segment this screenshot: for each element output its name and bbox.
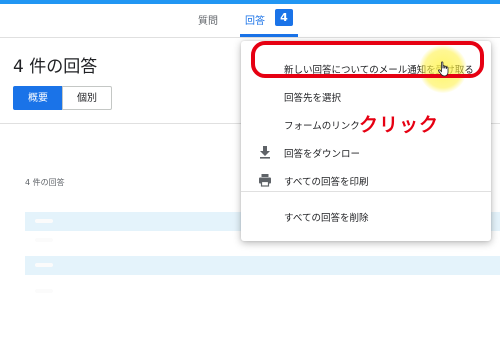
response-row <box>25 282 500 301</box>
redacted-text <box>35 238 53 242</box>
active-tab-indicator <box>240 34 298 37</box>
form-tabs: 質問 回答 4 <box>0 4 500 38</box>
responses-count-badge: 4 <box>275 9 293 26</box>
responses-caption: 4 件の回答 <box>25 178 65 187</box>
tab-questions[interactable]: 質問 <box>198 12 218 27</box>
menu-item-download-responses[interactable]: 回答をダウンロー <box>241 140 491 164</box>
individual-view-button[interactable]: 個別 <box>62 86 112 110</box>
summary-view-button[interactable]: 概要 <box>13 86 63 110</box>
tab-responses[interactable]: 回答 <box>245 12 265 27</box>
page-title: 4 件の回答 <box>13 57 98 77</box>
download-icon <box>258 144 272 159</box>
menu-item-label: フォームのリンク <box>284 121 360 132</box>
hand-pointer-icon <box>437 61 451 77</box>
menu-item-label: すべての回答を印刷 <box>284 177 369 188</box>
menu-divider <box>241 191 491 192</box>
printer-icon <box>258 172 272 187</box>
redacted-text <box>35 219 53 223</box>
menu-item-label: 回答先を選択 <box>284 93 342 104</box>
menu-item-label: 回答をダウンロー <box>284 149 361 160</box>
redacted-text <box>35 289 53 293</box>
response-row <box>25 256 500 275</box>
click-annotation: クリック <box>359 114 440 136</box>
menu-item-delete-all[interactable]: すべての回答を削除 <box>241 204 491 228</box>
menu-item-label: すべての回答を削除 <box>284 213 369 224</box>
redacted-text <box>35 263 53 267</box>
menu-item-print-all[interactable]: すべての回答を印刷 <box>241 168 491 192</box>
